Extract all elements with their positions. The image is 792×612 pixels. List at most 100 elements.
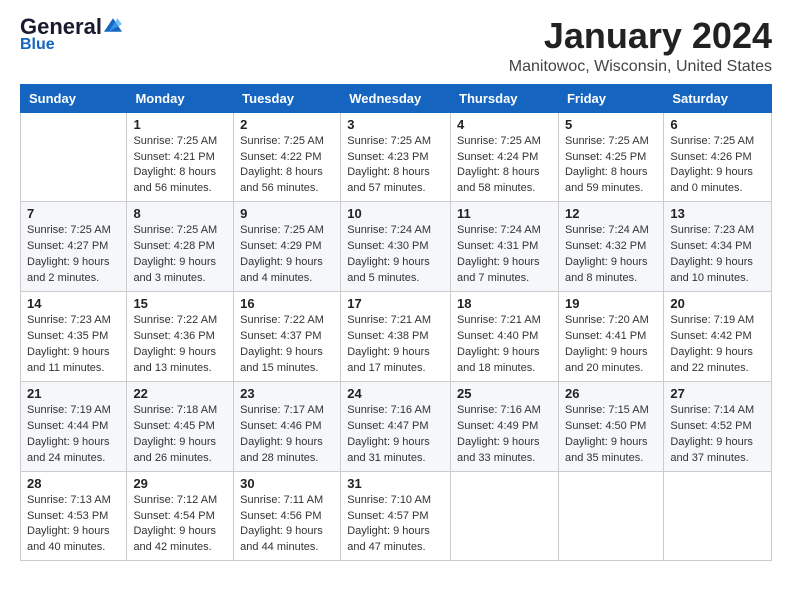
day-number: 11	[457, 206, 552, 221]
day-number: 23	[240, 386, 334, 401]
day-number: 10	[347, 206, 444, 221]
day-number: 29	[133, 476, 227, 491]
header: General Blue January 2024 Manitowoc, Wis…	[20, 16, 772, 76]
cell-info: Sunrise: 7:19 AMSunset: 4:44 PMDaylight:…	[27, 403, 120, 467]
day-number: 13	[670, 206, 765, 221]
week-row-4: 21 Sunrise: 7:19 AMSunset: 4:44 PMDayligh…	[21, 381, 772, 471]
cell-info: Sunrise: 7:24 AMSunset: 4:31 PMDaylight:…	[457, 223, 552, 287]
calendar-cell: 13 Sunrise: 7:23 AMSunset: 4:34 PMDayligh…	[664, 202, 772, 292]
calendar-cell: 22 Sunrise: 7:18 AMSunset: 4:45 PMDayligh…	[127, 381, 234, 471]
cell-info: Sunrise: 7:15 AMSunset: 4:50 PMDaylight:…	[565, 403, 657, 467]
week-row-3: 14Sunrise: 7:23 AMSunset: 4:35 PMDayligh…	[21, 292, 772, 382]
calendar-cell: 6Sunrise: 7:25 AMSunset: 4:26 PMDaylight…	[664, 112, 772, 202]
calendar-cell: 20Sunrise: 7:19 AMSunset: 4:42 PMDayligh…	[664, 292, 772, 382]
day-number: 15	[133, 296, 227, 311]
cell-info: Sunrise: 7:25 AMSunset: 4:23 PMDaylight:…	[347, 134, 444, 198]
day-number: 3	[347, 117, 444, 132]
col-header-friday: Friday	[558, 84, 663, 112]
col-header-thursday: Thursday	[451, 84, 559, 112]
logo-icon	[104, 16, 122, 34]
cell-info: Sunrise: 7:25 AMSunset: 4:28 PMDaylight:…	[133, 223, 227, 287]
col-header-tuesday: Tuesday	[234, 84, 341, 112]
logo-blue: Blue	[20, 36, 55, 54]
cell-info: Sunrise: 7:11 AMSunset: 4:56 PMDaylight:…	[240, 493, 334, 557]
day-number: 28	[27, 476, 120, 491]
day-number: 8	[133, 206, 227, 221]
cell-info: Sunrise: 7:12 AMSunset: 4:54 PMDaylight:…	[133, 493, 227, 557]
calendar-cell	[558, 471, 663, 561]
calendar-cell: 14Sunrise: 7:23 AMSunset: 4:35 PMDayligh…	[21, 292, 127, 382]
cell-info: Sunrise: 7:25 AMSunset: 4:21 PMDaylight:…	[133, 134, 227, 198]
day-number: 4	[457, 117, 552, 132]
cell-info: Sunrise: 7:25 AMSunset: 4:22 PMDaylight:…	[240, 134, 334, 198]
day-number: 31	[347, 476, 444, 491]
calendar-cell: 4 Sunrise: 7:25 AMSunset: 4:24 PMDaylight…	[451, 112, 559, 202]
calendar-cell: 26 Sunrise: 7:15 AMSunset: 4:50 PMDayligh…	[558, 381, 663, 471]
day-number: 27	[670, 386, 765, 401]
calendar-cell: 11 Sunrise: 7:24 AMSunset: 4:31 PMDayligh…	[451, 202, 559, 292]
day-number: 18	[457, 296, 552, 311]
cell-info: Sunrise: 7:25 AMSunset: 4:26 PMDaylight:…	[670, 134, 765, 198]
calendar-cell: 16Sunrise: 7:22 AMSunset: 4:37 PMDayligh…	[234, 292, 341, 382]
calendar-cell: 19 Sunrise: 7:20 AMSunset: 4:41 PMDayligh…	[558, 292, 663, 382]
calendar-cell: 8 Sunrise: 7:25 AMSunset: 4:28 PMDaylight…	[127, 202, 234, 292]
day-number: 1	[133, 117, 227, 132]
day-number: 19	[565, 296, 657, 311]
day-number: 21	[27, 386, 120, 401]
title-area: January 2024 Manitowoc, Wisconsin, Unite…	[509, 16, 772, 76]
day-number: 30	[240, 476, 334, 491]
cell-info: Sunrise: 7:25 AMSunset: 4:27 PMDaylight:…	[27, 223, 120, 287]
calendar-cell: 5Sunrise: 7:25 AMSunset: 4:25 PMDaylight…	[558, 112, 663, 202]
week-row-1: 1 Sunrise: 7:25 AMSunset: 4:21 PMDaylight…	[21, 112, 772, 202]
cell-info: Sunrise: 7:18 AMSunset: 4:45 PMDaylight:…	[133, 403, 227, 467]
day-number: 5	[565, 117, 657, 132]
day-number: 7	[27, 206, 120, 221]
calendar-cell: 25 Sunrise: 7:16 AMSunset: 4:49 PMDayligh…	[451, 381, 559, 471]
calendar-cell: 30 Sunrise: 7:11 AMSunset: 4:56 PMDayligh…	[234, 471, 341, 561]
header-row: SundayMondayTuesdayWednesdayThursdayFrid…	[21, 84, 772, 112]
calendar-cell: 10 Sunrise: 7:24 AMSunset: 4:30 PMDayligh…	[341, 202, 451, 292]
cell-info: Sunrise: 7:21 AMSunset: 4:40 PMDaylight:…	[457, 313, 552, 377]
location-title: Manitowoc, Wisconsin, United States	[509, 58, 772, 76]
day-number: 16	[240, 296, 334, 311]
month-title: January 2024	[509, 16, 772, 56]
day-number: 25	[457, 386, 552, 401]
day-number: 24	[347, 386, 444, 401]
cell-info: Sunrise: 7:13 AMSunset: 4:53 PMDaylight:…	[27, 493, 120, 557]
cell-info: Sunrise: 7:23 AMSunset: 4:34 PMDaylight:…	[670, 223, 765, 287]
calendar-table: SundayMondayTuesdayWednesdayThursdayFrid…	[20, 84, 772, 562]
day-number: 9	[240, 206, 334, 221]
cell-info: Sunrise: 7:19 AMSunset: 4:42 PMDaylight:…	[670, 313, 765, 377]
logo-general: General	[20, 16, 102, 38]
cell-info: Sunrise: 7:21 AMSunset: 4:38 PMDaylight:…	[347, 313, 444, 377]
calendar-cell: 9 Sunrise: 7:25 AMSunset: 4:29 PMDaylight…	[234, 202, 341, 292]
cell-info: Sunrise: 7:16 AMSunset: 4:49 PMDaylight:…	[457, 403, 552, 467]
calendar-cell: 23Sunrise: 7:17 AMSunset: 4:46 PMDayligh…	[234, 381, 341, 471]
day-number: 12	[565, 206, 657, 221]
col-header-saturday: Saturday	[664, 84, 772, 112]
calendar-cell: 27Sunrise: 7:14 AMSunset: 4:52 PMDayligh…	[664, 381, 772, 471]
calendar-cell: 15Sunrise: 7:22 AMSunset: 4:36 PMDayligh…	[127, 292, 234, 382]
day-number: 26	[565, 386, 657, 401]
col-header-sunday: Sunday	[21, 84, 127, 112]
calendar-cell	[451, 471, 559, 561]
calendar-cell: 28 Sunrise: 7:13 AMSunset: 4:53 PMDayligh…	[21, 471, 127, 561]
day-number: 2	[240, 117, 334, 132]
day-number: 17	[347, 296, 444, 311]
cell-info: Sunrise: 7:25 AMSunset: 4:29 PMDaylight:…	[240, 223, 334, 287]
calendar-cell: 18 Sunrise: 7:21 AMSunset: 4:40 PMDayligh…	[451, 292, 559, 382]
cell-info: Sunrise: 7:20 AMSunset: 4:41 PMDaylight:…	[565, 313, 657, 377]
calendar-cell: 7 Sunrise: 7:25 AMSunset: 4:27 PMDaylight…	[21, 202, 127, 292]
calendar-cell: 12 Sunrise: 7:24 AMSunset: 4:32 PMDayligh…	[558, 202, 663, 292]
day-number: 22	[133, 386, 227, 401]
cell-info: Sunrise: 7:24 AMSunset: 4:30 PMDaylight:…	[347, 223, 444, 287]
cell-info: Sunrise: 7:24 AMSunset: 4:32 PMDaylight:…	[565, 223, 657, 287]
calendar-cell: 3 Sunrise: 7:25 AMSunset: 4:23 PMDaylight…	[341, 112, 451, 202]
calendar-cell: 31Sunrise: 7:10 AMSunset: 4:57 PMDayligh…	[341, 471, 451, 561]
logo: General Blue	[20, 16, 122, 54]
cell-info: Sunrise: 7:16 AMSunset: 4:47 PMDaylight:…	[347, 403, 444, 467]
calendar-cell: 17 Sunrise: 7:21 AMSunset: 4:38 PMDayligh…	[341, 292, 451, 382]
cell-info: Sunrise: 7:23 AMSunset: 4:35 PMDaylight:…	[27, 313, 120, 377]
col-header-monday: Monday	[127, 84, 234, 112]
cell-info: Sunrise: 7:25 AMSunset: 4:24 PMDaylight:…	[457, 134, 552, 198]
